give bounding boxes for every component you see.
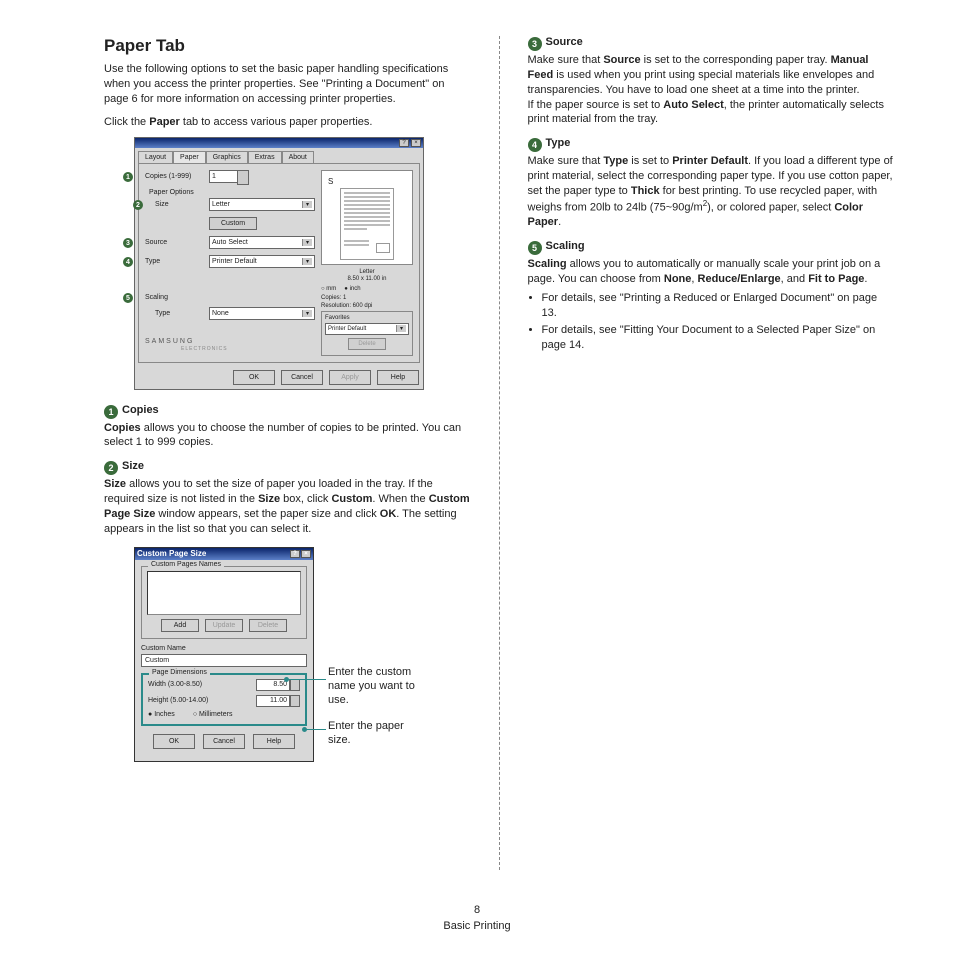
preview-resolution: Resolution: 600 dpi [321,303,413,309]
section-size-heading: 2Size [104,460,471,475]
tab-layout[interactable]: Layout [138,151,173,163]
unit-radios[interactable]: Inches Millimeters [148,711,300,718]
callout-marker-3: 3 [123,238,133,248]
unit-inch-radio: inch [344,286,360,292]
custom-name-label: Custom Name [141,645,307,652]
chevron-down-icon: ▾ [302,258,312,265]
chevron-down-icon: ▾ [396,325,406,332]
chevron-down-icon: ▾ [302,310,312,317]
ok-button[interactable]: OK [153,734,195,749]
height-input[interactable]: 11.00 [256,695,290,707]
intro-paragraph-1: Use the following options to set the bas… [104,62,471,107]
page-footer: 8 Basic Printing [0,903,954,934]
printer-properties-dialog: ? × Layout Paper Graphics Extras About 1… [134,137,424,389]
cancel-button[interactable]: Cancel [203,734,245,749]
tab-graphics[interactable]: Graphics [206,151,248,163]
scaling-bullet-1: For details, see "Printing a Reduced or … [542,291,895,321]
badge-3: 3 [528,37,542,51]
page-number: 8 [0,903,954,918]
dialog2-titlebar: Custom Page Size ? × [135,548,313,560]
custom-page-size-dialog: Custom Page Size ? × Custom Pages Names … [134,547,314,762]
tab-extras[interactable]: Extras [248,151,282,163]
ok-button[interactable]: OK [233,370,275,385]
add-button[interactable]: Add [161,619,199,632]
copies-label: Copies (1-999) [145,173,205,180]
callout-marker-2: 2 [133,200,143,210]
copies-spinner[interactable]: 1 [209,170,239,183]
width-label: Width (3.00-8.50) [148,681,202,688]
custom-name-input[interactable]: Custom [141,654,307,667]
paper-options-group: Paper Options [149,189,315,196]
chevron-down-icon: ▾ [302,201,312,208]
scaling-bullet-2: For details, see "Fitting Your Document … [542,323,895,353]
height-label: Height (5.00-14.00) [148,697,208,704]
unit-radios[interactable]: mm inch [321,286,413,292]
type-label: Type [145,258,205,265]
tab-paper[interactable]: Paper [173,151,206,163]
page-dimensions-group: Page Dimensions [149,669,210,676]
section-copies-body: Copies allows you to choose the number o… [104,421,471,451]
section-label: Basic Printing [0,919,954,934]
source-label: Source [145,239,205,246]
custom-names-listbox[interactable] [147,571,301,615]
update-button[interactable]: Update [205,619,243,632]
help-button[interactable]: Help [377,370,419,385]
millimeters-radio: Millimeters [193,711,233,718]
help-icon[interactable]: ? [399,139,409,147]
favorites-select[interactable]: Printer Default▾ [325,323,409,335]
preview-caption: Letter 8.50 x 11.00 in [321,269,413,282]
custom-button[interactable]: Custom [209,217,257,230]
scaling-bullets: For details, see "Printing a Reduced or … [528,291,895,353]
badge-1: 1 [104,405,118,419]
page-preview: S [321,170,413,265]
section-source-heading: 3Source [528,36,895,51]
section-source-body-1: Make sure that Source is set to the corr… [528,53,895,98]
section-scaling-heading: 5Scaling [528,240,895,255]
badge-2: 2 [104,461,118,475]
width-spinner[interactable] [290,679,300,691]
inches-radio: Inches [148,711,175,718]
callout-marker-4: 4 [123,257,133,267]
section-size-body: Size allows you to set the size of paper… [104,477,471,536]
chevron-down-icon: ▾ [302,239,312,246]
section-source-body-2: If the paper source is set to Auto Selec… [528,98,895,128]
column-divider [499,36,500,870]
scaling-label: Scaling [145,294,205,301]
favorites-delete-button[interactable]: Delete [348,338,386,350]
cancel-button[interactable]: Cancel [281,370,323,385]
section-scaling-body: Scaling allows you to automatically or m… [528,257,895,287]
help-icon[interactable]: ? [290,550,300,558]
section-type-body: Make sure that Type is set to Printer De… [528,154,895,230]
size-select[interactable]: Letter▾ [209,198,315,211]
annotation-paper-size: Enter the paper size. [328,719,428,748]
tab-about[interactable]: About [282,151,314,163]
intro-paragraph-2: Click the Paper tab to access various pa… [104,115,471,130]
size-label: Size [155,201,205,208]
badge-5: 5 [528,241,542,255]
badge-4: 4 [528,138,542,152]
annotation-custom-name: Enter the custom name you want to use. [328,665,428,708]
favorites-label: Favorites [325,315,409,321]
dialog-titlebar: ? × [135,138,423,148]
source-select[interactable]: Auto Select▾ [209,236,315,249]
delete-button[interactable]: Delete [249,619,287,632]
samsung-logo: SAMSUNG ELECTRONICS [145,338,315,352]
height-spinner[interactable] [290,695,300,707]
unit-mm-radio: mm [321,286,336,292]
section-copies-heading: 1Copies [104,404,471,419]
preview-copies: Copies: 1 [321,295,413,301]
close-icon[interactable]: × [301,550,311,558]
type-select[interactable]: Printer Default▾ [209,255,315,268]
scaling-type-label: Type [155,310,205,317]
close-icon[interactable]: × [411,139,421,147]
callout-marker-5: 5 [123,293,133,303]
section-type-heading: 4Type [528,137,895,152]
page-title: Paper Tab [104,36,471,56]
custom-names-group: Custom Pages Names [148,561,224,568]
callout-marker-1: 1 [123,172,133,182]
apply-button[interactable]: Apply [329,370,371,385]
help-button[interactable]: Help [253,734,295,749]
scaling-select[interactable]: None▾ [209,307,315,320]
